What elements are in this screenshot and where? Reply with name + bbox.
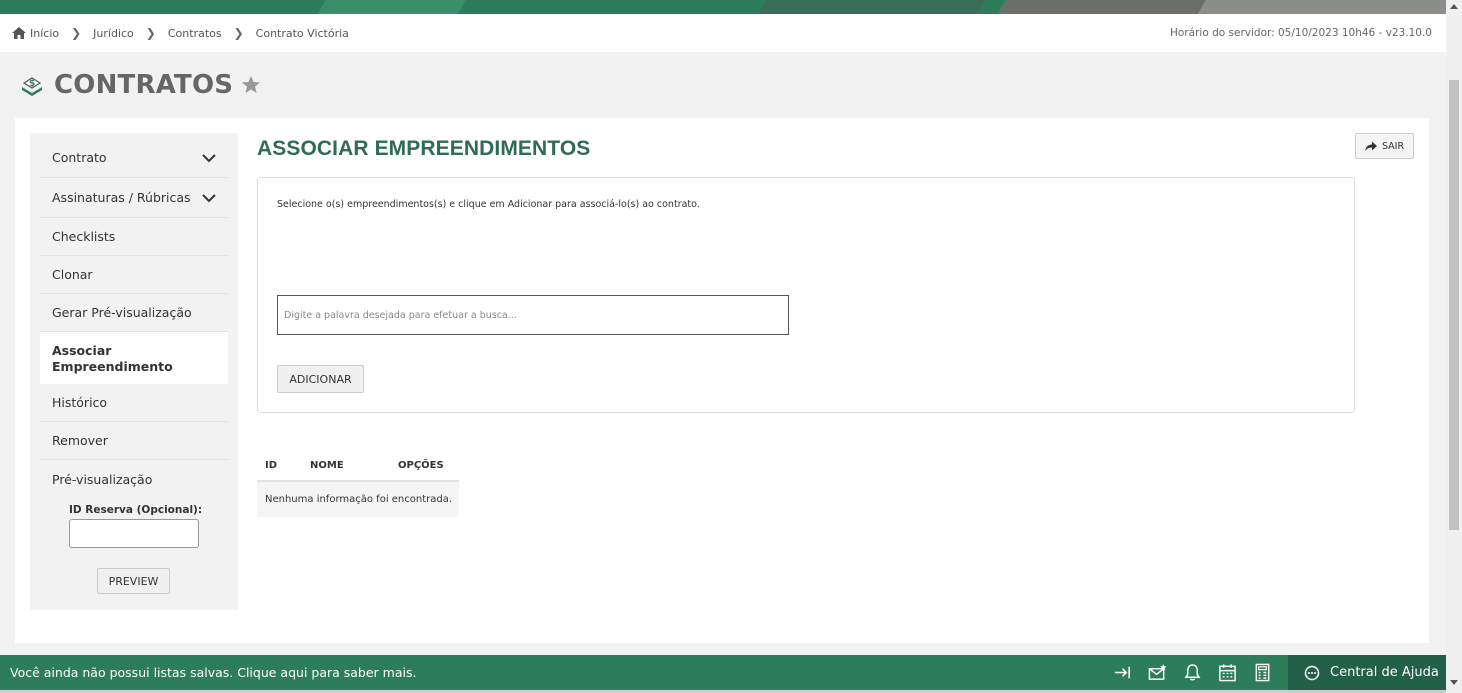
content-card: Contrato Assinaturas / Rúbricas Checklis… [15, 118, 1429, 643]
scroll-up-arrow-icon[interactable] [1450, 4, 1458, 9]
breadcrumb-label: Contratos [167, 26, 222, 40]
chevron-down-icon [202, 153, 216, 162]
reserva-label: ID Reserva (Opcional): [69, 504, 203, 516]
breadcrumb-contratos[interactable]: Contratos [168, 27, 222, 40]
bell-icon[interactable] [1183, 663, 1202, 682]
page-header: $ CONTRATOS [20, 70, 261, 100]
calculator-icon[interactable] [1253, 663, 1272, 682]
empreendimentos-table: ID NOME OPÇÕES Nenhuma informação foi en… [257, 451, 459, 517]
sidebar-item-checklists[interactable]: Checklists [40, 218, 228, 256]
associate-panel: Selecione o(s) empreendimentos(s) e cliq… [257, 177, 1355, 413]
home-icon [12, 27, 26, 39]
svg-text:$: $ [29, 79, 35, 89]
breadcrumb-label: Jurídico [93, 26, 134, 40]
vertical-scrollbar[interactable] [1446, 0, 1462, 693]
footer-bar: Você ainda não possui listas salvas. Cli… [0, 655, 1446, 690]
breadcrumb-juridico[interactable]: Jurídico [93, 27, 134, 40]
section-title: ASSOCIAR EMPREENDIMENTOS [257, 137, 591, 160]
server-time: Horário do servidor: 05/10/2023 10h46 - … [1170, 27, 1432, 39]
instruction-text: Selecione o(s) empreendimentos(s) e cliq… [277, 199, 700, 210]
footer-icons [1113, 663, 1272, 682]
sidebar-item-label: Clonar [52, 267, 93, 282]
sidebar-item-label: Pré-visualização [52, 471, 153, 487]
mail-star-icon[interactable] [1148, 663, 1167, 682]
breadcrumb-home[interactable]: Início [12, 27, 59, 40]
sidebar-item-contrato[interactable]: Contrato [40, 138, 228, 178]
sidebar-item-label: Associar Empreendimento [52, 343, 173, 374]
chevron-right-icon: ❯ [71, 26, 82, 40]
preview-button[interactable]: PREVIEW [97, 568, 170, 594]
chevron-right-icon: ❯ [233, 26, 244, 40]
collapse-right-icon[interactable] [1113, 663, 1132, 682]
breadcrumb-label: Contrato Victória [255, 26, 349, 40]
help-center-label: Central de Ajuda [1330, 665, 1439, 680]
sidebar-item-label: Remover [52, 433, 108, 448]
help-center-button[interactable]: Central de Ajuda [1288, 655, 1446, 690]
share-arrow-icon [1364, 141, 1377, 151]
sair-button[interactable]: SAIR [1355, 133, 1414, 159]
chevron-down-icon [202, 193, 216, 202]
search-input[interactable] [277, 295, 789, 335]
contract-money-icon: $ [22, 77, 42, 96]
breadcrumb: Início ❯ Jurídico ❯ Contratos ❯ Contrato… [0, 14, 1446, 52]
add-button[interactable]: ADICIONAR [277, 365, 364, 393]
breadcrumb-current: Contrato Victória [256, 27, 349, 40]
top-accent-bar [0, 0, 1446, 14]
saved-lists-message[interactable]: Você ainda não possui listas salvas. Cli… [0, 665, 1113, 680]
scroll-thumb[interactable] [1449, 80, 1459, 530]
column-header-id[interactable]: ID [257, 460, 310, 471]
sidebar-item-label: Gerar Pré-visualização [52, 305, 192, 320]
sidebar-item-label: Assinaturas / Rúbricas [52, 190, 191, 205]
column-header-opcoes: OPÇÕES [398, 460, 444, 471]
sidebar-item-historico[interactable]: Histórico [40, 384, 228, 422]
reserva-id-input[interactable] [69, 519, 199, 548]
sidebar-item-label: Contrato [52, 150, 107, 165]
calendar-icon[interactable] [1218, 663, 1237, 682]
chevron-right-icon: ❯ [145, 26, 156, 40]
table-empty-row: Nenhuma informação foi encontrada. [257, 482, 459, 517]
favorite-star-icon[interactable] [241, 75, 261, 95]
scroll-down-arrow-icon[interactable] [1450, 680, 1458, 685]
sidebar-item-label: Checklists [52, 229, 116, 244]
chat-help-icon [1304, 665, 1320, 680]
breadcrumb-label: Início [30, 26, 60, 40]
sidebar-item-remover[interactable]: Remover [40, 422, 228, 460]
sidebar-item-assinaturas[interactable]: Assinaturas / Rúbricas [40, 178, 228, 218]
sidebar-item-label: Histórico [52, 395, 108, 410]
sidebar-item-clonar[interactable]: Clonar [40, 256, 228, 294]
sidebar-item-pre-visualizacao[interactable]: Pré-visualização [40, 460, 228, 498]
column-header-nome[interactable]: NOME [310, 460, 398, 471]
sidebar-item-associar-empreendimento[interactable]: Associar Empreendimento [40, 332, 228, 384]
page-title: CONTRATOS [54, 70, 234, 100]
table-header: ID NOME OPÇÕES [257, 451, 459, 482]
reserva-group: ID Reserva (Opcional): [40, 498, 228, 548]
sidebar: Contrato Assinaturas / Rúbricas Checklis… [30, 133, 238, 610]
sair-label: SAIR [1381, 140, 1405, 152]
sidebar-item-gerar-pre-visualizacao[interactable]: Gerar Pré-visualização [40, 294, 228, 332]
